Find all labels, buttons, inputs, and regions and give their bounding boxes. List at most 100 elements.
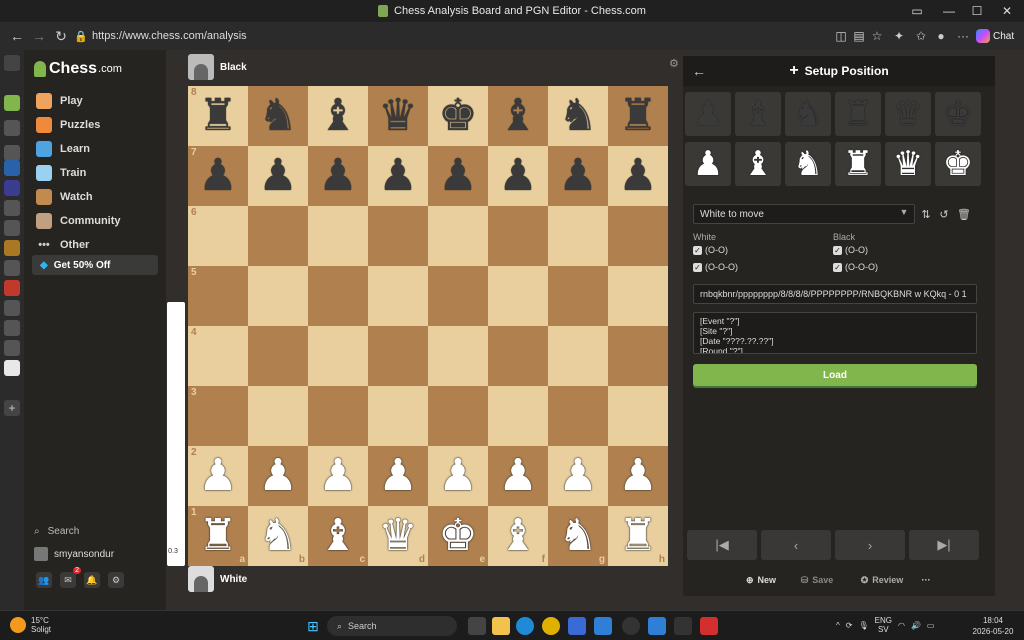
app-icon[interactable] [622,617,640,635]
square-e1[interactable]: ♚ e [428,506,488,566]
palette-white-queen[interactable]: ♛ [885,142,931,186]
tab-icon[interactable] [4,340,20,356]
square-c5[interactable] [308,266,368,326]
palette-black-bishop[interactable]: ♝ [735,92,781,136]
review-button[interactable]: ✪ Review [847,566,917,594]
sidebar-tab-icon[interactable] [4,55,20,71]
tab-icon[interactable] [4,260,20,276]
black-rook-piece[interactable]: ♜ [618,94,657,138]
copilot-chat-button[interactable]: Chat [976,25,1018,47]
square-f7[interactable]: ♟ [488,146,548,206]
square-h7[interactable]: ♟ [608,146,668,206]
square-a8[interactable]: ♜ 8 [188,86,248,146]
square-c3[interactable] [308,386,368,446]
promo-button[interactable]: ◆ Get 50% Off [32,255,158,275]
square-c4[interactable] [308,326,368,386]
palette-white-rook[interactable]: ♜ [835,142,881,186]
square-g7[interactable]: ♟ [548,146,608,206]
black-pawn-piece[interactable]: ♟ [438,154,477,198]
store-icon[interactable] [568,617,586,635]
square-d4[interactable] [368,326,428,386]
square-g1[interactable]: ♞ g [548,506,608,566]
white-rook-piece[interactable]: ♜ [198,514,237,558]
square-b5[interactable] [248,266,308,326]
tab-icon[interactable] [4,120,20,136]
square-f1[interactable]: ♝ f [488,506,548,566]
trash-icon[interactable]: 🗑 [957,206,971,222]
messages-icon[interactable]: ✉ 2 [60,567,81,588]
black-queen-piece[interactable]: ♛ [378,94,417,138]
user-profile[interactable]: smyansondur [34,545,144,563]
square-d2[interactable]: ♟ [368,446,428,506]
palette-black-knight[interactable]: ♞ [785,92,831,136]
white-pawn-piece[interactable]: ♟ [258,454,297,498]
black-rook-piece[interactable]: ♜ [198,94,237,138]
first-move-button[interactable]: |◀ [687,530,757,560]
white-king-piece[interactable]: ♚ [438,514,477,558]
black-bishop-piece[interactable]: ♝ [318,94,357,138]
new-button[interactable]: ⊕ New [737,566,785,594]
white-knight-piece[interactable]: ♞ [258,514,297,558]
reload-button[interactable]: ↻ [50,25,72,47]
chevron-up-icon[interactable]: ^ [836,621,840,630]
palette-white-bishop[interactable]: ♝ [735,142,781,186]
maximize-button[interactable]: ☐ [962,0,992,22]
white-bishop-piece[interactable]: ♝ [498,514,537,558]
white-pawn-piece[interactable]: ♟ [498,454,537,498]
square-e8[interactable]: ♚ [428,86,488,146]
black-castle-short-checkbox[interactable]: ✓ (O-O) [833,245,868,255]
square-f2[interactable]: ♟ [488,446,548,506]
white-pawn-piece[interactable]: ♟ [438,454,477,498]
load-button[interactable]: Load [693,364,977,386]
task-view-icon[interactable] [468,617,486,635]
square-f6[interactable] [488,206,548,266]
profile-avatar-icon[interactable]: ● [930,25,952,47]
palette-white-king[interactable]: ♚ [935,142,981,186]
notepad-icon[interactable] [648,617,666,635]
chess-logo[interactable]: Chess .com [34,60,122,78]
square-d5[interactable] [368,266,428,326]
linkedin-icon[interactable] [4,160,20,176]
square-c7[interactable]: ♟ [308,146,368,206]
square-a2[interactable]: ♟ 2 [188,446,248,506]
black-king-piece[interactable]: ♚ [438,94,477,138]
square-e5[interactable] [428,266,488,326]
white-pawn-piece[interactable]: ♟ [378,454,417,498]
friends-icon[interactable]: 👥 [36,572,52,588]
black-castle-long-checkbox[interactable]: ✓ (O-O-O) [833,262,878,272]
square-b2[interactable]: ♟ [248,446,308,506]
wifi-icon[interactable]: ◠ [898,621,905,630]
palette-black-pawn[interactable]: ♟ [685,92,731,136]
white-bishop-piece[interactable]: ♝ [318,514,357,558]
pdf-icon[interactable] [700,617,718,635]
white-pawn-piece[interactable]: ♟ [198,454,237,498]
square-b7[interactable]: ♟ [248,146,308,206]
forward-button[interactable]: → [28,25,50,47]
white-queen-piece[interactable]: ♛ [378,514,417,558]
clock[interactable]: 18:04 2026-05-20 [968,615,1018,637]
more-menu-icon[interactable]: ··· [952,25,974,47]
windows-start-icon[interactable]: ⊞ [304,617,322,635]
back-arrow-button[interactable]: ← [689,61,709,81]
last-move-button[interactable]: ▶| [909,530,979,560]
more-options-button[interactable]: ··· [915,566,937,594]
back-button[interactable]: ← [6,25,28,47]
save-button[interactable]: ⛁ Save [789,566,845,594]
square-a4[interactable]: 4 [188,326,248,386]
nav-item-learn[interactable]: Learn [36,138,90,160]
side-to-move-select[interactable]: White to move ▼ [693,204,915,224]
file-explorer-icon[interactable] [492,617,510,635]
white-knight-piece[interactable]: ♞ [558,514,597,558]
square-d1[interactable]: ♛ d [368,506,428,566]
square-g2[interactable]: ♟ [548,446,608,506]
palette-black-rook[interactable]: ♜ [835,92,881,136]
palette-white-pawn[interactable]: ♟ [685,142,731,186]
square-f3[interactable] [488,386,548,446]
tab-icon[interactable] [4,320,20,336]
pgn-textarea[interactable]: [Event "?"] [Site "?"] [Date "????.??.??… [693,312,977,354]
nav-item-other[interactable]: ••• Other [36,234,89,256]
square-b8[interactable]: ♞ [248,86,308,146]
square-h8[interactable]: ♜ [608,86,668,146]
black-pawn-piece[interactable]: ♟ [618,154,657,198]
tab-icon[interactable] [4,200,20,216]
